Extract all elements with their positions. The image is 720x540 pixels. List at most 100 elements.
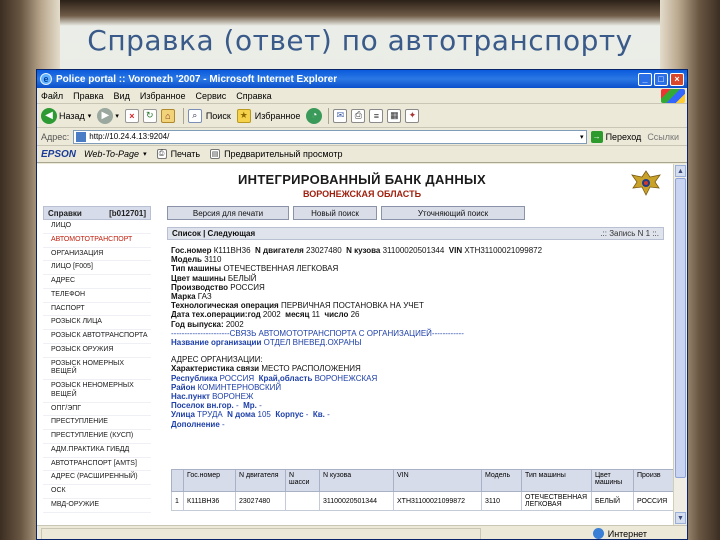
dropdown-arrow-icon: ▾ bbox=[87, 112, 92, 120]
scroll-down-icon[interactable]: ▼ bbox=[675, 512, 686, 524]
sidebar-item-address[interactable]: АДРЕС bbox=[43, 275, 151, 289]
chevron-down-icon[interactable]: ▾ bbox=[580, 133, 584, 141]
refine-search-button[interactable]: Уточняющий поиск bbox=[381, 206, 525, 220]
table-header: Тип машины bbox=[521, 469, 592, 492]
print-icon: ⎙ bbox=[156, 149, 167, 159]
sidebar-item-mvd-weapon[interactable]: МВД-ОРУЖИЕ bbox=[43, 499, 151, 513]
sidebar-item-opg[interactable]: ОПГ/ЭПГ bbox=[43, 403, 151, 417]
menu-view[interactable]: Вид bbox=[114, 91, 130, 101]
slide-title: Справка (ответ) по автотранспорту bbox=[87, 24, 633, 57]
menu-file[interactable]: Файл bbox=[41, 91, 63, 101]
table-cell: 31100020501344 bbox=[319, 491, 394, 511]
epson-preview-button[interactable]: Предварительный просмотр bbox=[224, 149, 342, 159]
db-title: ИНТЕГРИРОВАННЫЙ БАНК ДАННЫХ bbox=[237, 172, 487, 187]
eagle-emblem-icon bbox=[631, 170, 661, 196]
forward-arrow-icon: ▶ bbox=[97, 107, 114, 124]
sidebar-item-wanted-numbered[interactable]: РОЗЫСК НОМЕРНЫХ ВЕЩЕЙ bbox=[43, 358, 151, 380]
address-input[interactable]: http://10.24.4.13:9204/ ▾ bbox=[73, 129, 587, 144]
sidebar-item-person-f005[interactable]: ЛИЦО [F005] bbox=[43, 261, 151, 275]
home-icon[interactable]: ⌂ bbox=[160, 108, 175, 123]
menu-edit[interactable]: Правка bbox=[73, 91, 103, 101]
new-search-button[interactable]: Новый поиск bbox=[293, 206, 377, 220]
record-addr-head: АДРЕС ОРГАНИЗАЦИИ: bbox=[171, 355, 263, 365]
ie-icon: e bbox=[40, 73, 52, 85]
epson-print-button[interactable]: Печать bbox=[171, 149, 200, 159]
menu-favorites[interactable]: Избранное bbox=[140, 91, 186, 101]
sidebar-item-crime-kusp[interactable]: ПРЕСТУПЛЕНИЕ (КУСП) bbox=[43, 430, 151, 444]
scroll-thumb[interactable] bbox=[675, 178, 686, 478]
media-icon[interactable]: ◔ bbox=[306, 107, 323, 124]
dropdown-arrow-icon: ▾ bbox=[115, 112, 119, 120]
scroll-up-icon[interactable]: ▲ bbox=[675, 165, 686, 177]
sidebar-item-wanted-vehicle[interactable]: РОЗЫСК АВТОТРАНСПОРТА bbox=[43, 330, 151, 344]
sidebar-item-wanted-person[interactable]: РОЗЫСК ЛИЦА bbox=[43, 316, 151, 330]
sidebar-item-person[interactable]: ЛИЦО bbox=[43, 220, 151, 234]
sidebar-code: [b012701] bbox=[109, 208, 146, 218]
close-button[interactable]: × bbox=[670, 72, 684, 86]
forward-button[interactable]: ▶ ▾ bbox=[97, 107, 119, 124]
sidebar-item-vehicles[interactable]: АВТОМОТОТРАНСПОРТ bbox=[43, 234, 151, 248]
table-cell: РОССИЯ bbox=[633, 491, 674, 511]
go-arrow-icon: → bbox=[590, 130, 603, 143]
status-bar: Интернет bbox=[37, 525, 687, 539]
record-row-brand: Марка ГАЗ bbox=[171, 292, 212, 302]
search-icon: ⌕ bbox=[187, 108, 202, 123]
sidebar-item-gibdd[interactable]: АДМ.ПРАКТИКА ГИБДД bbox=[43, 444, 151, 458]
refresh-icon[interactable]: ↻ bbox=[142, 108, 157, 123]
page-icon bbox=[76, 131, 87, 142]
sidebar-title: Справки bbox=[48, 208, 82, 218]
table-cell: К111ВН36 bbox=[183, 491, 236, 511]
sidebar-item-wanted-weapon[interactable]: РОЗЫСК ОРУЖИЯ bbox=[43, 344, 151, 358]
vertical-scrollbar[interactable]: ▲ ▼ bbox=[673, 164, 687, 525]
address-bar: Адрес: http://10.24.4.13:9204/ ▾ → Перех… bbox=[37, 128, 687, 146]
sidebar-item-organization[interactable]: ОРГАНИЗАЦИЯ bbox=[43, 248, 151, 262]
stop-icon[interactable]: × bbox=[124, 108, 139, 123]
vehicle-table: Гос.номер N двигателя N шасси N кузова V… bbox=[171, 469, 674, 511]
print-version-button[interactable]: Версия для печати bbox=[167, 206, 289, 220]
links-label[interactable]: Ссылки bbox=[647, 132, 679, 142]
sidebar-item-amts[interactable]: АВТОТРАНСПОРТ [AMTS] bbox=[43, 458, 151, 472]
zone-label: Интернет bbox=[607, 528, 647, 539]
table-cell: БЕЛЫЙ bbox=[591, 491, 634, 511]
record-row-type: Тип машины ОТЕЧЕСТВЕННАЯ ЛЕГКОВАЯ bbox=[171, 264, 339, 274]
sidebar-item-passport[interactable]: ПАСПОРТ bbox=[43, 303, 151, 317]
sidebar-item-osk[interactable]: ОСК bbox=[43, 485, 151, 499]
web-to-page-button[interactable]: Web-To-Page bbox=[84, 149, 139, 159]
table-row[interactable]: 1 К111ВН36 23027480 31100020501344 ХТН31… bbox=[171, 491, 674, 511]
sidebar-item-wanted-unnumbered[interactable]: РОЗЫСК НЕНОМЕРНЫХ ВЕЩЕЙ bbox=[43, 380, 151, 403]
db-header: ИНТЕГРИРОВАННЫЙ БАНК ДАННЫХ ВОРОНЕЖСКАЯ … bbox=[217, 172, 507, 199]
table-cell: 23027480 bbox=[235, 491, 286, 511]
minimize-button[interactable]: _ bbox=[638, 72, 652, 86]
maximize-button[interactable]: □ bbox=[654, 72, 668, 86]
back-button[interactable]: ◀ Назад ▾ bbox=[41, 107, 92, 124]
epson-logo: EPSON bbox=[41, 148, 77, 160]
record-row-operation: Технологическая операция ПЕРВИЧНАЯ ПОСТА… bbox=[171, 301, 424, 311]
record-row-ids: Гос.номер К111ВН36 N двигателя 23027480 … bbox=[171, 246, 543, 255]
epson-toolbar: EPSON Web-To-Page ▾ ⎙ Печать ▤ Предварит… bbox=[37, 146, 687, 163]
sidebar-header: Справки [b012701] bbox=[43, 206, 151, 220]
table-header: N кузова bbox=[319, 469, 394, 492]
search-button[interactable]: ⌕ Поиск bbox=[187, 108, 231, 123]
sidebar-item-phone[interactable]: ТЕЛЕФОН bbox=[43, 289, 151, 303]
mail-icon[interactable]: ✉ bbox=[333, 108, 348, 123]
preview-icon: ▤ bbox=[210, 149, 221, 159]
chevron-down-icon[interactable]: ▾ bbox=[143, 150, 147, 158]
discuss-icon[interactable]: ▦ bbox=[387, 108, 402, 123]
list-next-link[interactable]: Список | Следующая bbox=[172, 229, 255, 238]
favorites-button[interactable]: ★ Избранное bbox=[236, 108, 300, 123]
record-row-model: Модель 3110 bbox=[171, 255, 222, 265]
window-title: Police portal :: Voronezh '2007 - Micros… bbox=[56, 73, 338, 85]
menu-help[interactable]: Справка bbox=[236, 91, 271, 101]
sidebar-item-crime[interactable]: ПРЕСТУПЛЕНИЕ bbox=[43, 416, 151, 430]
record-row-org: Название организации ОТДЕЛ ВНЕВЕД.ОХРАНЫ bbox=[171, 338, 362, 348]
table-header: Произв bbox=[633, 469, 674, 492]
zone-indicator: Интернет bbox=[592, 528, 647, 539]
sidebar-item-address-ext[interactable]: АДРЕС (РАСШИРЕННЫЙ) bbox=[43, 471, 151, 485]
table-header: Цвет машины bbox=[591, 469, 634, 492]
go-button[interactable]: → Переход bbox=[590, 130, 641, 143]
record-row-city: Нас.пункт ВОРОНЕЖ bbox=[171, 392, 254, 402]
edit-icon[interactable]: ≡ bbox=[369, 108, 384, 123]
print-icon[interactable]: ⎙ bbox=[351, 108, 366, 123]
messenger-icon[interactable]: ✦ bbox=[405, 108, 420, 123]
menu-tools[interactable]: Сервис bbox=[195, 91, 226, 101]
